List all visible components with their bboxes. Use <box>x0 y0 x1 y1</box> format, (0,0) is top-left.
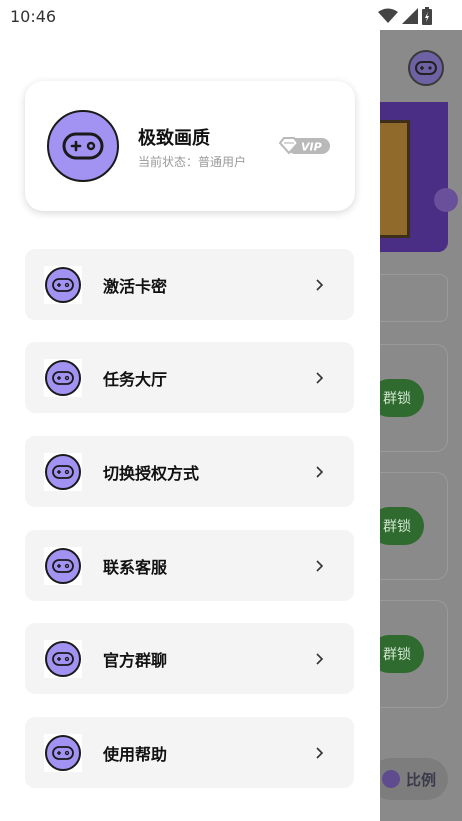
background-ratio-label: 比例 <box>405 770 436 789</box>
background-card: 群锁 <box>380 472 448 580</box>
navigation-drawer: 极致画质 当前状态：普通用户 VIP 激活卡密 任务大厅 切换授权方式 联系客服… <box>0 0 380 821</box>
background-card: 群锁 <box>380 600 448 708</box>
gamepad-glyph <box>52 558 74 573</box>
background-lock-button: 群锁 <box>380 507 424 545</box>
vip-badge-icon: VIP <box>279 137 330 155</box>
chevron-right-icon <box>314 652 326 665</box>
profile-avatar <box>47 110 119 182</box>
gamepad-icon <box>45 547 81 584</box>
menu-item-icon <box>44 358 82 397</box>
background-ratio-button: 比例 <box>380 758 448 800</box>
chevron-right-icon <box>314 371 326 384</box>
menu-item-icon <box>44 639 82 678</box>
gamepad-glyph <box>52 651 74 666</box>
menu-item-icon <box>44 452 82 491</box>
gamepad-icon <box>45 734 81 771</box>
chevron-right-icon <box>314 559 326 572</box>
background-lock-button: 群锁 <box>380 635 424 673</box>
gamepad-glyph <box>52 370 74 385</box>
gamepad-glyph <box>52 277 74 292</box>
menu-item-activate-card[interactable]: 激活卡密 <box>25 249 354 320</box>
menu-item-official-group[interactable]: 官方群聊 <box>25 623 354 694</box>
profile-card[interactable]: 极致画质 当前状态：普通用户 VIP <box>25 81 355 211</box>
status-time: 10:46 <box>10 7 57 26</box>
gamepad-icon <box>45 359 81 396</box>
background-app-scrim[interactable]: 群锁 群锁 群锁 比例 <box>380 30 462 821</box>
status-icons <box>378 7 432 25</box>
background-banner-art <box>380 120 410 238</box>
chevron-right-icon <box>314 465 326 478</box>
background-banner <box>380 102 458 252</box>
wifi-icon <box>378 8 398 23</box>
background-field <box>380 274 448 322</box>
gamepad-icon <box>45 266 81 303</box>
background-card: 群锁 <box>380 344 448 452</box>
status-bar: 10:46 <box>0 0 462 32</box>
menu-item-label: 使用帮助 <box>103 744 168 764</box>
menu-item-icon <box>44 733 82 772</box>
gamepad-glyph <box>52 464 74 479</box>
gamepad-icon <box>415 61 437 75</box>
menu-item-contact-support[interactable]: 联系客服 <box>25 530 354 601</box>
signal-icon <box>402 8 418 24</box>
chevron-right-icon <box>314 746 326 759</box>
background-banner-dot <box>434 188 458 212</box>
profile-title: 极致画质 <box>138 128 210 149</box>
gamepad-icon <box>45 453 81 490</box>
battery-icon <box>422 7 432 25</box>
menu-item-label: 任务大厅 <box>103 369 168 389</box>
gamepad-glyph <box>52 745 74 760</box>
gamepad-icon <box>45 640 81 677</box>
alien-icon <box>381 770 400 788</box>
menu-item-task-hall[interactable]: 任务大厅 <box>25 342 354 413</box>
background-lock-button: 群锁 <box>380 379 424 417</box>
background-avatar <box>408 50 444 86</box>
chevron-right-icon <box>314 278 326 291</box>
menu-item-label: 切换授权方式 <box>103 463 200 483</box>
menu-item-icon <box>44 546 82 585</box>
profile-status: 当前状态：普通用户 <box>138 155 247 169</box>
menu-item-icon <box>44 265 82 304</box>
menu-item-switch-auth[interactable]: 切换授权方式 <box>25 436 354 507</box>
gamepad-icon <box>62 132 104 160</box>
vip-badge-text: VIP <box>301 141 322 154</box>
menu-item-label: 联系客服 <box>103 557 168 577</box>
menu-item-label: 激活卡密 <box>103 276 168 296</box>
menu-item-help[interactable]: 使用帮助 <box>25 717 354 788</box>
menu-item-label: 官方群聊 <box>103 650 168 670</box>
